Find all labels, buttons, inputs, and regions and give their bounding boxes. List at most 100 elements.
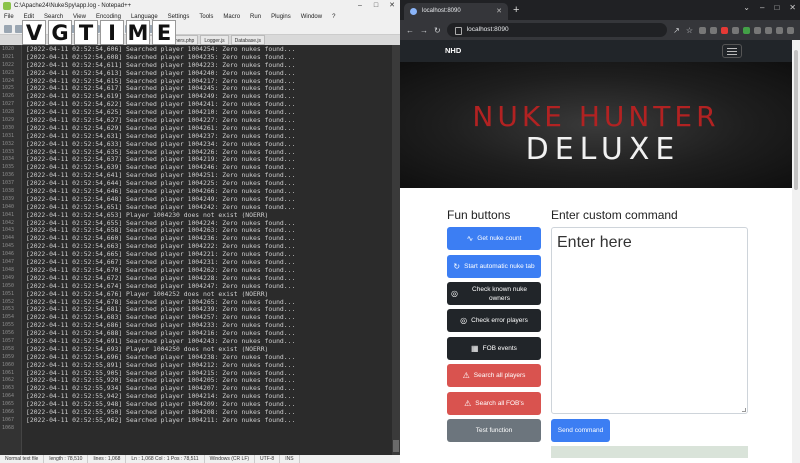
line-number: 1053 bbox=[2, 306, 15, 313]
browser-tabstrip: localhost:8090 ✕ + ⌄ – □ ✕ bbox=[400, 0, 800, 20]
line-number: 1020 bbox=[2, 46, 15, 52]
reload-icon[interactable]: ↻ bbox=[434, 26, 441, 35]
extension-icon[interactable] bbox=[743, 26, 750, 34]
editor-scrollbar[interactable] bbox=[392, 45, 400, 455]
log-line: 1068 bbox=[0, 425, 392, 433]
line-number: 1031 bbox=[2, 132, 15, 139]
get-nuke-count-button[interactable]: ∿ Get nuke count bbox=[447, 227, 541, 250]
menu-window[interactable]: Window bbox=[301, 12, 322, 23]
status-file-type: Normal text file bbox=[0, 455, 45, 463]
line-number: 1042 bbox=[2, 219, 15, 226]
binoculars-icon: ◎ bbox=[460, 316, 468, 325]
line-number: 1046 bbox=[2, 251, 15, 258]
navbar-brand[interactable]: NHD bbox=[445, 40, 461, 62]
new-file-icon[interactable] bbox=[4, 25, 12, 33]
send-command-button[interactable]: Send command bbox=[551, 419, 610, 442]
custom-command-input[interactable]: Enter here bbox=[551, 227, 748, 414]
extension-icon[interactable] bbox=[765, 26, 772, 34]
address-bar[interactable]: localhost:8090 bbox=[446, 23, 668, 37]
status-eol: Windows (CR LF) bbox=[205, 455, 256, 463]
line-number: 1048 bbox=[2, 266, 15, 273]
fob-events-button[interactable]: ▦ FOB events bbox=[447, 337, 541, 360]
extension-icon[interactable] bbox=[732, 26, 739, 34]
status-length: length : 78,510 bbox=[44, 455, 89, 463]
browser-window: localhost:8090 ✕ + ⌄ – □ ✕ ← → ↻ localho… bbox=[400, 0, 800, 463]
menu-macro[interactable]: Macro bbox=[223, 12, 240, 23]
hamburger-menu-icon[interactable] bbox=[722, 44, 742, 58]
watermark-logo: V G T I M E bbox=[22, 20, 176, 45]
search-all-fobs-button[interactable]: ⚠ Search all FOB's bbox=[447, 392, 541, 415]
line-number: 1036 bbox=[2, 172, 15, 179]
status-lines: lines : 1,068 bbox=[88, 455, 127, 463]
resize-handle-icon[interactable] bbox=[742, 408, 746, 412]
notepad-window: C:\Apache24\NukeSpy\app.log - Notepad++ … bbox=[0, 0, 400, 463]
search-all-players-button[interactable]: ⚠ Search all players bbox=[447, 364, 541, 387]
page-scrollbar-thumb[interactable] bbox=[794, 50, 798, 190]
refresh-icon: ↻ bbox=[453, 262, 461, 271]
menu-plugins[interactable]: Plugins bbox=[271, 12, 291, 23]
extension-icon[interactable] bbox=[754, 26, 761, 34]
close-button[interactable]: ✕ bbox=[789, 3, 796, 12]
browser-window-controls: ⌄ – □ ✕ bbox=[743, 3, 796, 12]
line-number: 1027 bbox=[2, 101, 15, 108]
menu-dots-icon[interactable] bbox=[787, 26, 794, 34]
line-number: 1039 bbox=[2, 195, 15, 202]
line-number: 1022 bbox=[2, 61, 15, 68]
check-error-players-button[interactable]: ◎ Check error players bbox=[447, 309, 541, 332]
menu-help[interactable]: ? bbox=[332, 12, 335, 23]
page-scrollbar[interactable] bbox=[792, 40, 800, 463]
scrollbar-thumb[interactable] bbox=[393, 440, 399, 452]
back-icon[interactable]: ← bbox=[406, 26, 414, 35]
menu-file[interactable]: File bbox=[4, 12, 14, 23]
test-function-button[interactable]: Test function bbox=[447, 419, 541, 442]
file-tab[interactable]: Logger.js bbox=[200, 35, 229, 45]
extensions-area bbox=[699, 26, 794, 34]
minimize-button[interactable]: – bbox=[760, 3, 764, 12]
check-known-nuke-owners-button[interactable]: ◎ Check known nuke owners bbox=[447, 282, 541, 305]
profile-avatar-icon[interactable] bbox=[776, 26, 783, 34]
menu-run[interactable]: Run bbox=[250, 12, 261, 23]
line-number: 1065 bbox=[2, 401, 15, 408]
youtube-extension-icon[interactable] bbox=[721, 26, 728, 34]
browser-tab-title: localhost:8090 bbox=[422, 8, 461, 14]
line-number: 1041 bbox=[2, 211, 15, 218]
logo-letter: I bbox=[100, 20, 124, 45]
maximize-button[interactable]: □ bbox=[368, 0, 384, 12]
line-number: 1052 bbox=[2, 298, 15, 305]
command-placeholder: Enter here bbox=[557, 234, 632, 251]
file-tab[interactable]: Database.js bbox=[230, 35, 266, 45]
button-label: Start automatic nuke tab bbox=[464, 263, 535, 270]
forward-icon[interactable]: → bbox=[420, 26, 428, 35]
browser-tab[interactable]: localhost:8090 ✕ bbox=[404, 3, 508, 20]
notepad-statusbar: Normal text file length : 78,510 lines :… bbox=[0, 455, 400, 463]
start-automatic-nuke-tab-button[interactable]: ↻ Start automatic nuke tab bbox=[447, 255, 541, 278]
line-number: 1060 bbox=[2, 361, 15, 368]
line-number: 1026 bbox=[2, 93, 15, 100]
line-number: 1044 bbox=[2, 235, 15, 242]
activity-icon: ∿ bbox=[466, 234, 474, 243]
status-position: Ln : 1,068 Col : 1 Pos : 78,511 bbox=[126, 455, 205, 463]
new-tab-button[interactable]: + bbox=[513, 3, 519, 17]
close-button[interactable]: ✕ bbox=[384, 0, 400, 12]
extension-icon[interactable] bbox=[710, 26, 717, 34]
close-tab-icon[interactable]: ✕ bbox=[496, 3, 502, 20]
button-label: Check known nuke owners bbox=[472, 285, 527, 302]
site-navbar: NHD bbox=[400, 40, 792, 62]
extension-icon[interactable] bbox=[699, 26, 706, 34]
browser-toolbar: ← → ↻ localhost:8090 ↗ ☆ bbox=[400, 20, 800, 40]
log-editor[interactable]: 1020 [2022-04-11 02:52:54,606] Searched p… bbox=[0, 45, 392, 455]
log-lines: 1020 [2022-04-11 02:52:54,606] Searched p… bbox=[0, 45, 392, 433]
bookmark-star-icon[interactable]: ☆ bbox=[686, 26, 693, 35]
minimize-button[interactable]: – bbox=[352, 0, 368, 12]
maximize-button[interactable]: □ bbox=[774, 3, 779, 12]
button-label: Search all FOB's bbox=[475, 400, 524, 407]
hero-title-line2: DELUXE bbox=[525, 132, 681, 167]
share-icon[interactable]: ↗ bbox=[673, 26, 680, 35]
line-number: 1066 bbox=[2, 408, 15, 415]
line-number: 1037 bbox=[2, 180, 15, 187]
warning-icon: ⚠ bbox=[464, 399, 472, 408]
line-number: 1050 bbox=[2, 282, 15, 289]
menu-tools[interactable]: Tools bbox=[199, 12, 213, 23]
chevron-down-icon[interactable]: ⌄ bbox=[743, 3, 750, 12]
line-number: 1033 bbox=[2, 148, 15, 155]
